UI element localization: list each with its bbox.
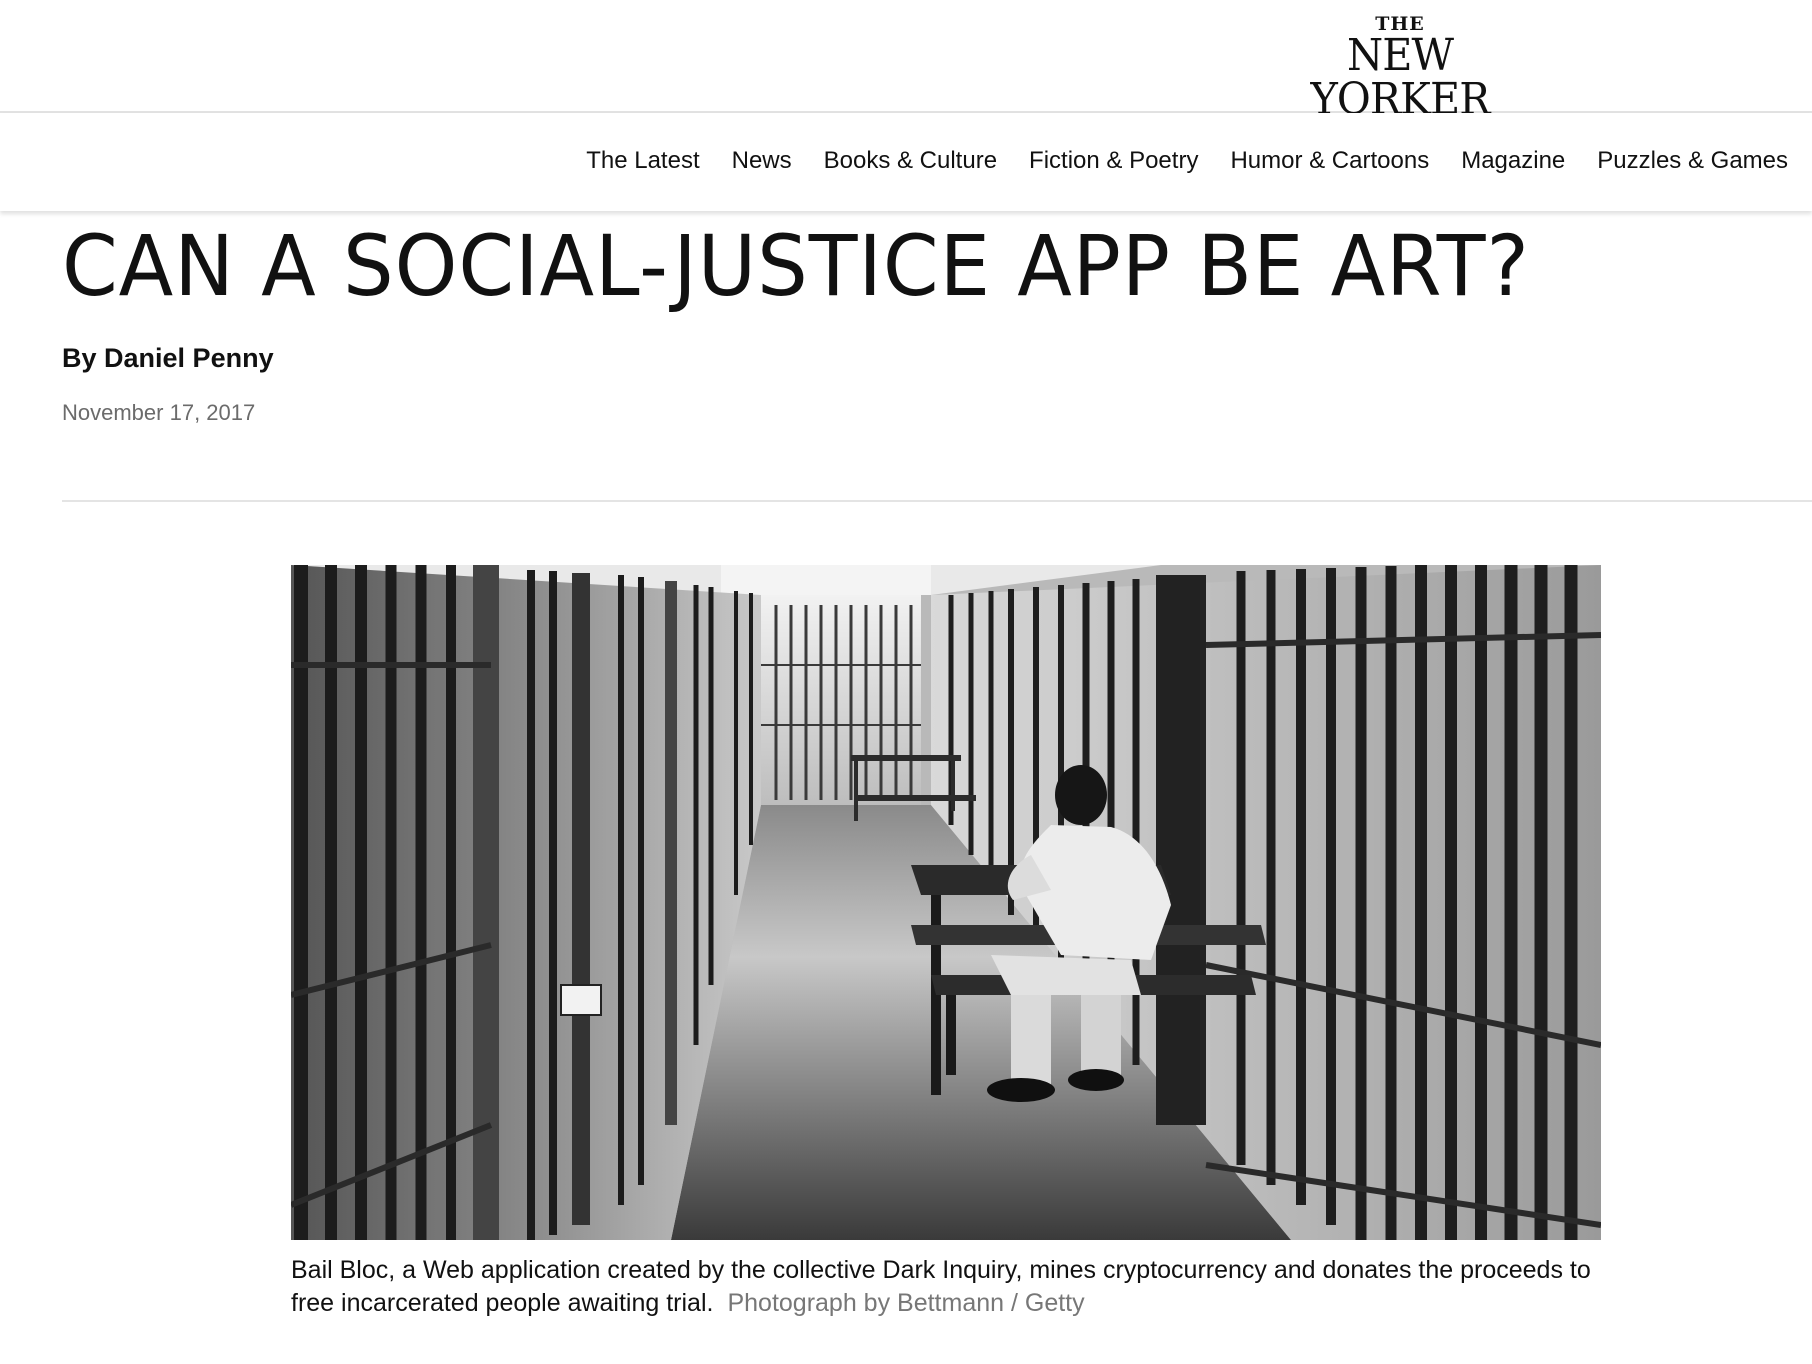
photo-credit: Photograph by Bettmann / Getty xyxy=(727,1289,1085,1317)
publish-date: November 17, 2017 xyxy=(62,400,256,425)
new-yorker-logo[interactable]: THE NEW YORKER xyxy=(1270,14,1530,122)
main-nav: The Latest News Books & Culture Fiction … xyxy=(0,113,1812,211)
nav-list: The Latest News Books & Culture Fiction … xyxy=(586,147,1788,175)
lead-photo xyxy=(291,565,1601,1240)
author-link[interactable]: Daniel Penny xyxy=(104,343,274,373)
nav-item-humor-cartoons[interactable]: Humor & Cartoons xyxy=(1230,147,1429,175)
nav-item-fiction-poetry[interactable]: Fiction & Poetry xyxy=(1029,147,1198,175)
byline-prefix: By xyxy=(62,343,105,373)
article-headline: CAN A SOCIAL-JUSTICE APP BE ART? xyxy=(62,217,1530,315)
nav-item-books-culture[interactable]: Books & Culture xyxy=(824,147,997,175)
header-divider xyxy=(62,500,1812,502)
nav-item-the-latest[interactable]: The Latest xyxy=(586,147,699,175)
nav-item-news[interactable]: News xyxy=(732,147,792,175)
photo-caption: Bail Bloc, a Web application created by … xyxy=(291,1254,1601,1320)
nav-item-puzzles-games[interactable]: Puzzles & Games xyxy=(1597,147,1788,175)
logo-wordmark: NEW YORKER xyxy=(1310,30,1491,125)
prison-corridor-image xyxy=(291,565,1601,1240)
nav-item-magazine[interactable]: Magazine xyxy=(1461,147,1565,175)
masthead: THE NEW YORKER xyxy=(0,0,1812,122)
byline: By Daniel Penny xyxy=(62,343,274,374)
